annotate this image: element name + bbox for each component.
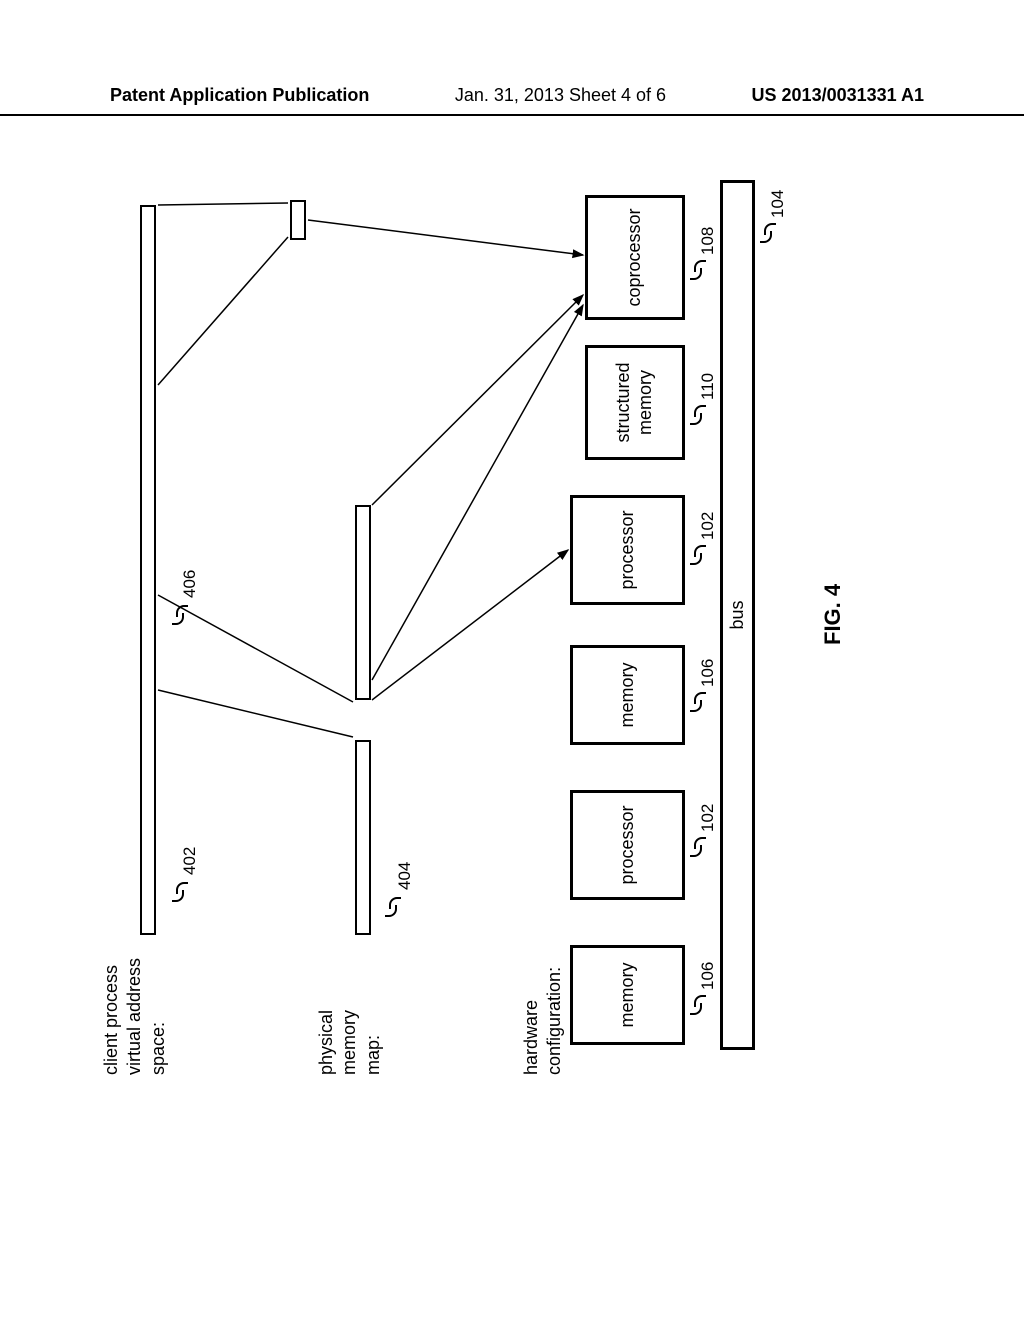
memory-box-1: memory — [570, 945, 685, 1045]
virtual-address-bar — [140, 205, 156, 935]
ref-104: 104 — [768, 190, 788, 218]
processor-box-2: processor — [570, 495, 685, 605]
processor-box-1: processor — [570, 790, 685, 900]
ref-406: 406 — [180, 570, 200, 598]
header-right: US 2013/0031331 A1 — [752, 85, 924, 106]
phys-mem-seg-2 — [355, 505, 371, 700]
header-left: Patent Application Publication — [110, 85, 369, 106]
ref-102b: 102 — [698, 512, 718, 540]
bus-box: bus — [720, 180, 755, 1050]
label-hardware-config: hardware configuration: — [520, 967, 567, 1075]
phys-mem-seg-3 — [290, 200, 306, 240]
structured-memory-box: structured memory — [585, 345, 685, 460]
label-physical-memory: physical memory map: — [315, 1010, 385, 1075]
ref-110: 110 — [698, 373, 718, 400]
ref-106b: 106 — [698, 659, 718, 687]
ref-108: 108 — [698, 227, 718, 255]
phys-mem-seg-1 — [355, 740, 371, 935]
ref-106a: 106 — [698, 962, 718, 990]
figure-label: FIG. 4 — [820, 584, 846, 645]
ref-102a: 102 — [698, 804, 718, 832]
ref-404: 404 — [395, 862, 415, 890]
ref-402: 402 — [180, 847, 200, 875]
label-client-process: client process virtual address space: — [100, 958, 170, 1075]
header-center: Jan. 31, 2013 Sheet 4 of 6 — [455, 85, 666, 106]
arrows-overlay — [100, 175, 920, 1075]
memory-box-2: memory — [570, 645, 685, 745]
coprocessor-box: coprocessor — [585, 195, 685, 320]
